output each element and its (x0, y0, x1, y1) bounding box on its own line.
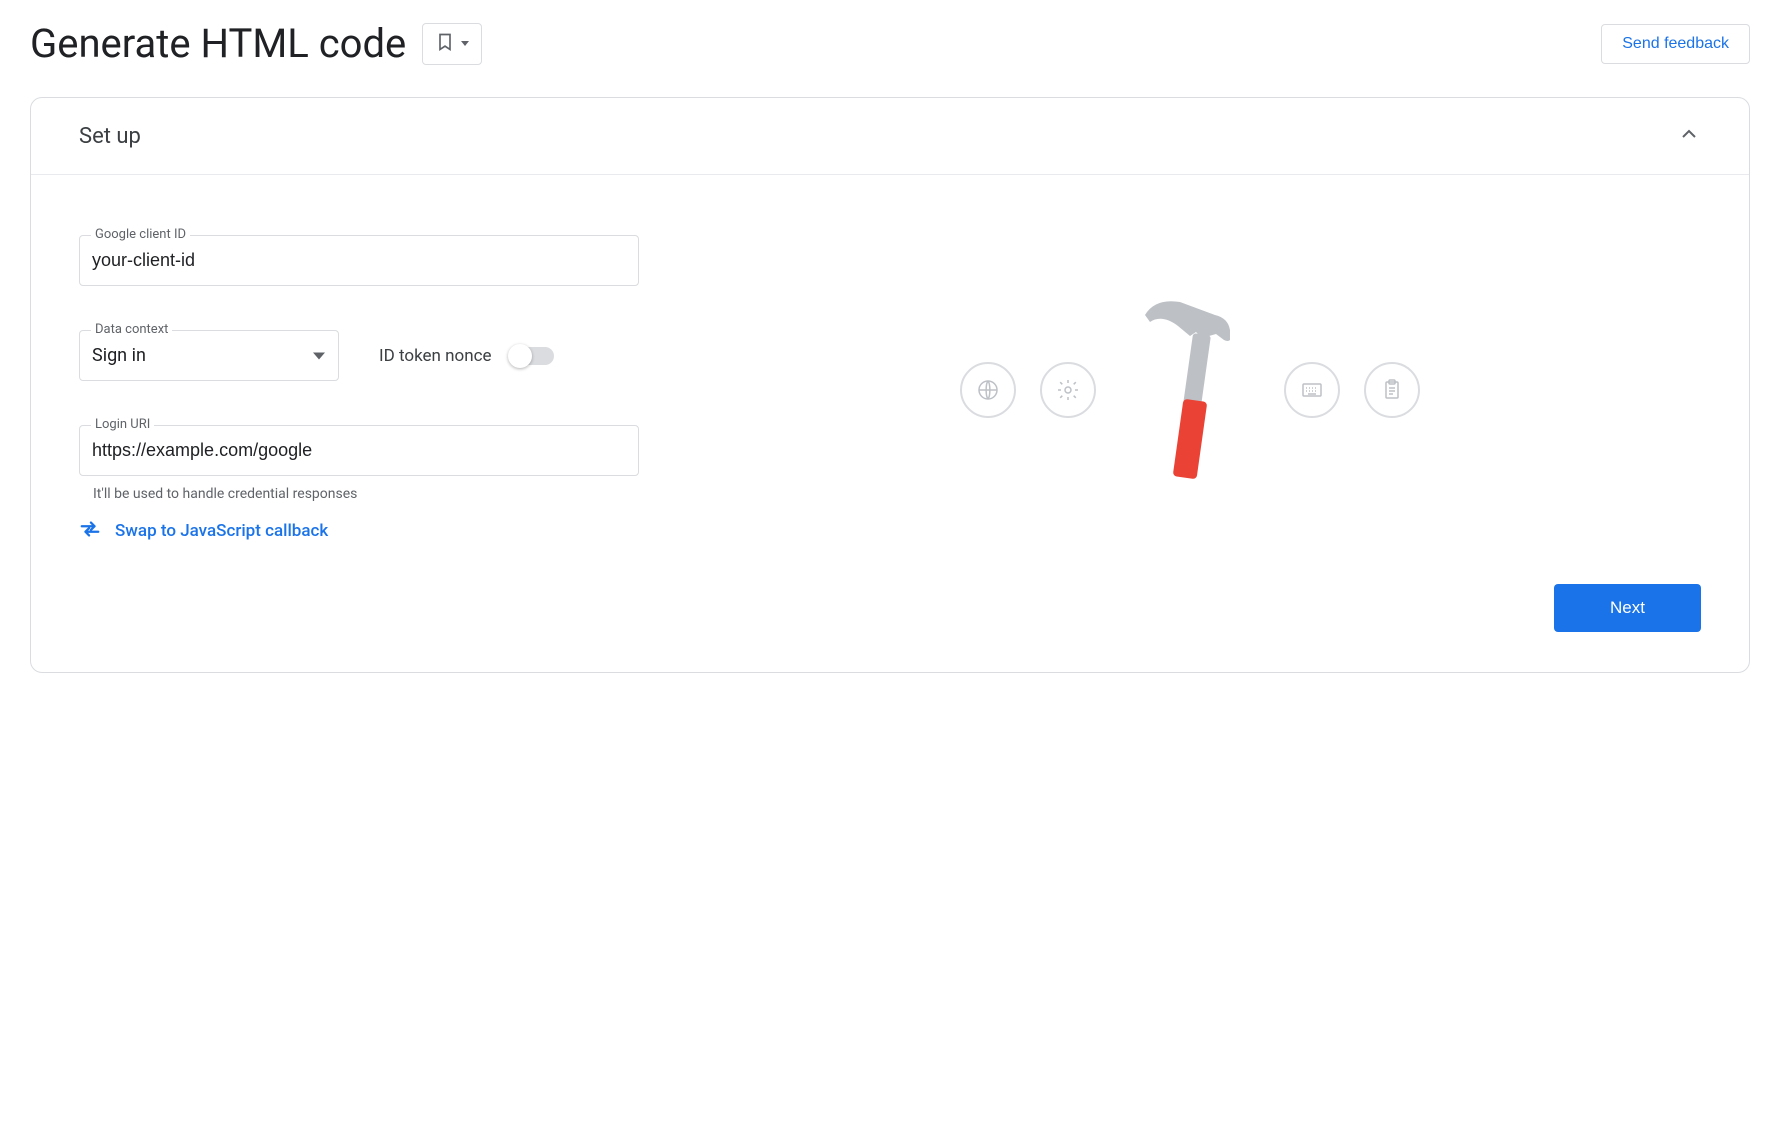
caret-down-icon (461, 41, 469, 46)
login-uri-input[interactable] (79, 425, 639, 476)
swap-callback-link[interactable]: Swap to JavaScript callback (79, 518, 639, 544)
clipboard-icon (1364, 362, 1420, 418)
setup-card: Set up Google client ID Data context Sig… (30, 97, 1750, 673)
client-id-label: Google client ID (91, 227, 190, 242)
preview-steps (679, 235, 1701, 544)
next-button[interactable]: Next (1554, 584, 1701, 632)
data-context-label: Data context (91, 322, 172, 337)
keyboard-icon (1284, 362, 1340, 418)
login-uri-helper: It'll be used to handle credential respo… (93, 486, 639, 502)
globe-icon (960, 362, 1016, 418)
swap-callback-text: Swap to JavaScript callback (115, 521, 328, 541)
swap-icon (79, 518, 101, 544)
nonce-label: ID token nonce (379, 346, 492, 366)
bookmark-icon (435, 32, 455, 56)
nonce-toggle[interactable] (510, 347, 554, 365)
send-feedback-button[interactable]: Send feedback (1601, 24, 1750, 64)
chevron-up-icon (1677, 122, 1701, 150)
data-context-select[interactable]: Sign in (79, 330, 339, 381)
card-title: Set up (79, 124, 141, 149)
page-title: Generate HTML code (30, 20, 406, 67)
gear-icon (1040, 362, 1096, 418)
client-id-input[interactable] (79, 235, 639, 286)
login-uri-label: Login URI (91, 417, 154, 432)
bookmark-dropdown[interactable] (422, 23, 482, 65)
hammer-icon (1120, 290, 1260, 490)
card-header[interactable]: Set up (31, 98, 1749, 175)
toggle-knob (508, 344, 532, 368)
